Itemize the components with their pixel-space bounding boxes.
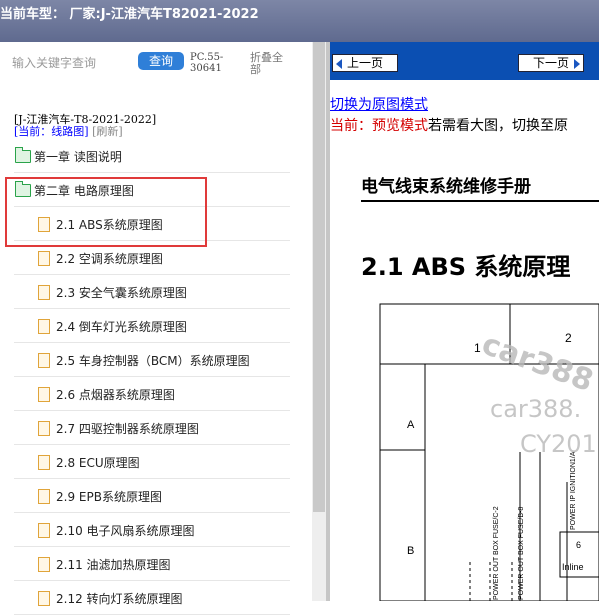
row-divider <box>14 274 290 275</box>
pin-label: 6 <box>576 540 581 550</box>
section-title: 2.1 ABS 系统原理 <box>361 253 571 281</box>
tree-file-item[interactable]: 2.8 ECU原理图 <box>0 446 300 479</box>
file-icon <box>38 353 50 368</box>
folder-icon <box>15 147 31 163</box>
file-icon <box>38 455 50 470</box>
file-icon <box>38 319 50 334</box>
tree-scrollbar[interactable] <box>312 42 326 601</box>
switch-original-mode-link[interactable]: 切换为原图模式 <box>330 94 428 114</box>
row-divider <box>14 444 290 445</box>
tree-item-label: 2.7 四驱控制器系统原理图 <box>56 422 199 436</box>
search-row: 输入关键字查询 查询 PC.55-30641 折叠全部 <box>0 42 312 82</box>
current-value: 线路图] <box>51 125 89 138</box>
row-divider <box>14 546 290 547</box>
tree-file-item[interactable]: 2.7 四驱控制器系统原理图 <box>0 412 300 445</box>
tree-item-label: 第一章 读图说明 <box>34 150 122 164</box>
file-icon <box>38 489 50 504</box>
file-icon <box>38 591 50 606</box>
collapse-all-link[interactable]: 折叠全部 <box>250 52 290 76</box>
title-bar: 当前车型： 厂家:J-江淮汽车T82021-2022 <box>0 0 599 42</box>
mode-line: 当前：预览模式若需看大图，切换至原 <box>330 115 568 135</box>
tree-folder-item[interactable]: 第一章 读图说明 <box>0 140 300 173</box>
document-title: 电气线束系统维修手册 <box>361 177 531 197</box>
tree-file-item[interactable]: 2.9 EPB系统原理图 <box>0 480 300 513</box>
search-input[interactable]: 输入关键字查询 <box>12 54 132 72</box>
watermark-1: car388 <box>477 327 597 399</box>
refresh-link[interactable]: [刷新] <box>92 125 123 138</box>
file-icon <box>38 557 50 572</box>
tree-file-item[interactable]: 2.4 倒车灯光系统原理图 <box>0 310 300 343</box>
tree-panel: 输入关键字查询 查询 PC.55-30641 折叠全部 [J-江淮汽车-T8-2… <box>0 42 312 615</box>
selection-highlight <box>5 177 207 247</box>
tree-item-label: 2.9 EPB系统原理图 <box>56 490 162 504</box>
prev-page-label: 上一页 <box>346 56 383 70</box>
file-icon <box>38 251 50 266</box>
watermark-2: car388. <box>490 395 581 423</box>
row-label-a: A <box>407 419 415 431</box>
col-label-2: 2 <box>565 331 572 345</box>
row-divider <box>14 172 290 173</box>
wire-label-3: POWER IP IGNITION1/A <box>570 451 577 530</box>
query-button[interactable]: 查询 <box>138 52 184 70</box>
tree-item-label: 2.2 空调系统原理图 <box>56 252 163 266</box>
tree-item-label: 2.8 ECU原理图 <box>56 456 140 470</box>
row-divider <box>14 512 290 513</box>
mode-label: 当前：预览模式 <box>330 118 428 134</box>
prev-page-button[interactable]: 上一页 <box>332 54 398 72</box>
tree-item-label: 2.10 电子风扇系统原理图 <box>56 524 195 538</box>
row-divider <box>14 342 290 343</box>
tree-item-label: 2.4 倒车灯光系统原理图 <box>56 320 187 334</box>
tree-file-item[interactable]: 2.5 车身控制器（BCM）系统原理图 <box>0 344 300 377</box>
tree-item-label: 2.5 车身控制器（BCM）系统原理图 <box>56 354 250 368</box>
file-icon <box>38 285 50 300</box>
tree-item-label: 2.6 点烟器系统原理图 <box>56 388 175 402</box>
arrow-left-icon <box>336 59 342 69</box>
next-page-button[interactable]: 下一页 <box>518 54 584 72</box>
tree-header: [J-江淮汽车-T8-2021-2022] [当前：线路图] [刷新] <box>14 114 156 138</box>
tree-file-item[interactable]: 2.10 电子风扇系统原理图 <box>0 514 300 547</box>
next-page-label: 下一页 <box>532 56 569 70</box>
viewer-panel: 上一页 下一页 切换为原图模式 当前：预览模式若需看大图，切换至原 电气线束系统… <box>330 42 599 601</box>
tree-item-label: 2.3 安全气囊系统原理图 <box>56 286 187 300</box>
scroll-thumb[interactable] <box>313 42 325 512</box>
tree-item-label: 2.12 转向灯系统原理图 <box>56 592 183 606</box>
watermark-3: CY201 <box>520 430 597 458</box>
tree-file-item[interactable]: 2.11 油滤加热原理图 <box>0 548 300 581</box>
tree-item-label: 2.11 油滤加热原理图 <box>56 558 171 572</box>
current-label: [当前： <box>14 125 52 138</box>
tree-file-item[interactable]: 2.12 转向灯系统原理图 <box>0 582 300 615</box>
connector-label: Inline <box>562 562 584 572</box>
page-nav-bar: 上一页 下一页 <box>330 42 599 80</box>
wire-label-1: POWER OUT BOX FUSE/C-2 <box>493 506 500 600</box>
file-icon <box>38 523 50 538</box>
wire-label-2: POWER OUT BOX FUSE/B-8 <box>518 507 525 600</box>
tree-file-item[interactable]: 2.6 点烟器系统原理图 <box>0 378 300 411</box>
title-rule <box>361 200 599 202</box>
arrow-right-icon <box>574 59 580 69</box>
tree-file-item[interactable]: 2.3 安全气囊系统原理图 <box>0 276 300 309</box>
file-icon <box>38 421 50 436</box>
row-divider <box>14 376 290 377</box>
schematic-diagram: 1 2 A B 6 Inline POWER OUT BOX FUSE/C-2 … <box>379 303 599 601</box>
row-divider <box>14 410 290 411</box>
product-code: PC.55-30641 <box>190 52 224 74</box>
row-divider <box>14 478 290 479</box>
row-divider <box>14 308 290 309</box>
file-icon <box>38 387 50 402</box>
row-label-b: B <box>407 545 414 557</box>
mode-hint: 若需看大图，切换至原 <box>428 118 568 134</box>
row-divider <box>14 580 290 581</box>
window-title: 当前车型： 厂家:J-江淮汽车T82021-2022 <box>0 7 259 22</box>
